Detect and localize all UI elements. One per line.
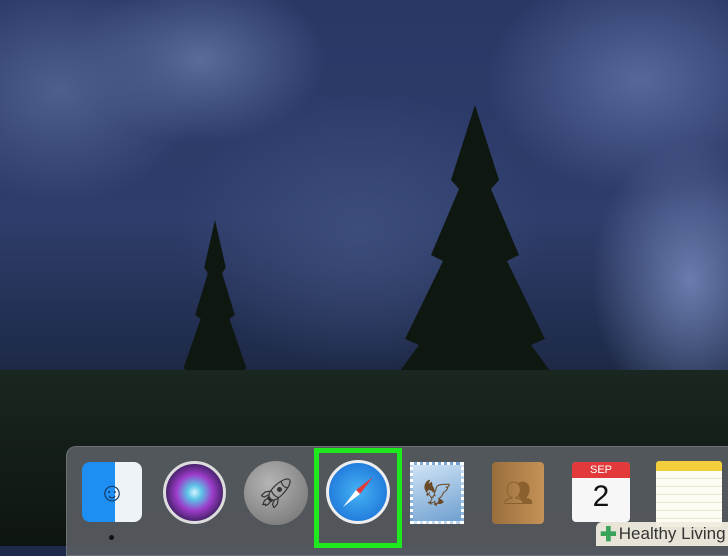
- dock-item-calendar[interactable]: SEP 2: [572, 462, 630, 522]
- dock-item-launchpad[interactable]: 🚀︎: [244, 461, 308, 525]
- watermark-text: Healthy Living: [618, 524, 726, 543]
- dock-item-contacts[interactable]: 👥︎: [492, 462, 544, 524]
- dock-item-siri[interactable]: [163, 461, 226, 524]
- watermark: ✚ Healthy Living: [596, 522, 728, 546]
- running-indicator: [109, 535, 114, 540]
- dock-item-mail[interactable]: 🦅︎: [410, 462, 464, 524]
- calendar-month: SEP: [572, 462, 630, 478]
- finder-icon: ☺: [98, 476, 126, 507]
- safari-highlight-box: [314, 448, 402, 548]
- plus-icon: ✚: [600, 523, 617, 546]
- calendar-day: 2: [592, 480, 610, 513]
- dock-item-finder[interactable]: ☺: [82, 462, 142, 522]
- contacts-book-icon: 👥︎: [502, 479, 534, 507]
- stamp-eagle-icon: 🦅︎: [420, 477, 454, 508]
- pine-tree: [375, 105, 575, 405]
- dock-item-notes[interactable]: [656, 461, 722, 527]
- rocket-icon: 🚀︎: [256, 476, 296, 510]
